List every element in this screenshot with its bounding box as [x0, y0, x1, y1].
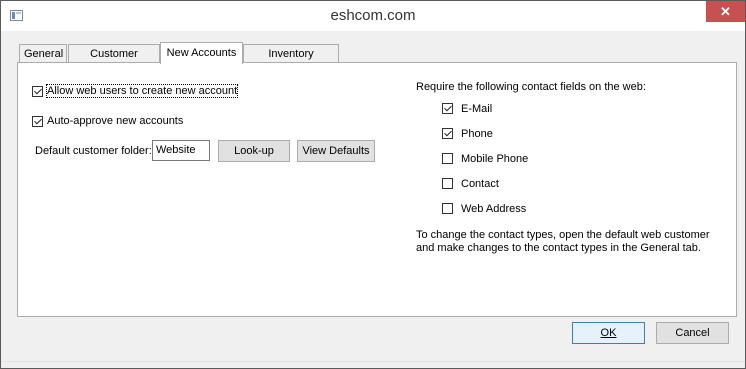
tab-customer-groups[interactable]: Customer Groups: [68, 44, 160, 78]
cancel-button-label: Cancel: [675, 327, 710, 339]
title-bar: eshcom.com ✕: [1, 1, 745, 31]
default-folder-input[interactable]: Website: [152, 140, 210, 161]
lookup-button[interactable]: Look-up: [218, 140, 290, 162]
email-checkbox[interactable]: [442, 103, 453, 114]
mobile-phone-label[interactable]: Mobile Phone: [461, 153, 528, 165]
phone-label[interactable]: Phone: [461, 128, 493, 140]
contact-label[interactable]: Contact: [461, 178, 499, 190]
phone-checkbox[interactable]: [442, 128, 453, 139]
dialog-window: eshcom.com ✕ General Customer Groups New…: [0, 0, 746, 369]
ok-button-label: OK: [600, 327, 617, 339]
close-button[interactable]: ✕: [706, 1, 745, 22]
allow-web-users-label[interactable]: Allow web users to create new account: [45, 84, 239, 98]
ok-button[interactable]: OK: [572, 322, 645, 344]
auto-approve-label[interactable]: Auto-approve new accounts: [47, 115, 183, 127]
tab-new-accounts[interactable]: New Accounts: [160, 42, 243, 64]
window-title: eshcom.com: [330, 7, 416, 24]
email-label[interactable]: E-Mail: [461, 103, 492, 115]
auto-approve-checkbox[interactable]: [32, 116, 43, 127]
allow-web-users-checkbox[interactable]: [32, 86, 43, 97]
contact-types-note-line1: To change the contact types, open the de…: [416, 229, 710, 241]
tab-general[interactable]: General: [19, 44, 67, 62]
tab-inventory-settings[interactable]: Inventory Settings: [243, 44, 339, 78]
contact-fields-heading: Require the following contact fields on …: [416, 81, 646, 93]
contact-types-note-line2: and make changes to the contact types in…: [416, 242, 701, 254]
cancel-button[interactable]: Cancel: [656, 322, 729, 344]
view-defaults-button[interactable]: View Defaults: [297, 140, 375, 162]
web-address-checkbox[interactable]: [442, 203, 453, 214]
mobile-phone-checkbox[interactable]: [442, 153, 453, 164]
web-address-label[interactable]: Web Address: [461, 203, 526, 215]
tab-panel-new-accounts: Allow web users to create new account Au…: [17, 62, 737, 317]
close-icon: ✕: [720, 4, 731, 19]
contact-checkbox[interactable]: [442, 178, 453, 189]
default-folder-label: Default customer folder:: [35, 145, 152, 157]
status-divider: [1, 361, 745, 362]
